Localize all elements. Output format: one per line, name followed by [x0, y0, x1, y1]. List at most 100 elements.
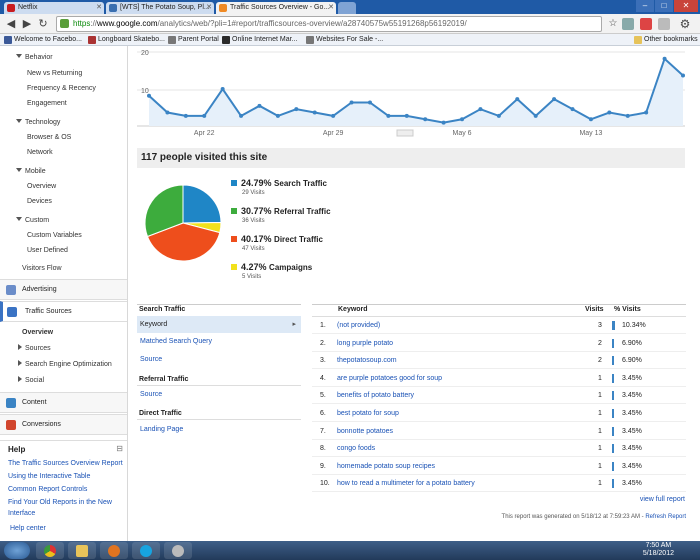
nav-social[interactable]: Social	[18, 375, 127, 387]
data-point[interactable]	[312, 110, 317, 115]
taskbar-skype[interactable]	[132, 542, 160, 559]
nav-content[interactable]: Content	[0, 392, 127, 413]
other-bookmarks[interactable]: Other bookmarks	[634, 34, 698, 46]
data-point[interactable]	[331, 113, 336, 118]
data-point[interactable]	[220, 87, 225, 91]
forward-icon[interactable]: ▶	[20, 17, 34, 31]
reload-icon[interactable]: ↻	[36, 17, 50, 31]
data-point[interactable]	[423, 117, 428, 122]
help-link[interactable]: The Traffic Sources Overview Report	[8, 458, 126, 469]
help-link[interactable]: Find Your Old Reports in the New Interfa…	[8, 497, 120, 519]
nav-seo[interactable]: Search Engine Optimization	[18, 359, 127, 371]
data-point[interactable]	[275, 113, 280, 118]
bookmark-item[interactable]: Longboard Skatebo...	[88, 34, 165, 46]
data-point[interactable]	[183, 113, 188, 118]
maximize-icon[interactable]: □	[655, 0, 673, 12]
chart-resize-handle[interactable]	[396, 129, 414, 137]
bookmark-item[interactable]: Parent Portal	[168, 34, 219, 46]
nav-conversions[interactable]: Conversions	[0, 414, 127, 435]
extension-icon[interactable]	[640, 18, 652, 30]
data-point[interactable]	[404, 113, 409, 118]
keyword-dimension-selected[interactable]: Keyword ▸	[137, 316, 301, 333]
matched-search-query-link[interactable]: Matched Search Query	[140, 338, 212, 345]
data-point[interactable]	[662, 56, 667, 61]
taskbar-chrome[interactable]	[36, 542, 64, 559]
nav-mobile-overview[interactable]: Overview	[27, 181, 127, 193]
extension-icon[interactable]	[658, 18, 670, 30]
nav-engagement[interactable]: Engagement	[27, 98, 127, 110]
keyword-link[interactable]: (not provided)	[337, 317, 380, 334]
data-point[interactable]	[625, 113, 630, 118]
nav-network[interactable]: Network	[27, 147, 127, 159]
collapse-help-icon[interactable]: ⊟	[116, 444, 123, 453]
nav-custom[interactable]: Custom	[16, 215, 127, 227]
close-tab-icon[interactable]: ✕	[96, 2, 102, 14]
nav-mobile[interactable]: Mobile	[16, 166, 127, 178]
data-point[interactable]	[644, 110, 649, 115]
close-tab-icon[interactable]: ✕	[328, 2, 334, 14]
data-point[interactable]	[349, 100, 354, 105]
nav-user-defined[interactable]: User Defined	[27, 245, 127, 257]
nav-devices[interactable]: Devices	[27, 196, 127, 208]
data-point[interactable]	[570, 107, 575, 112]
bookmark-item[interactable]: Online Internet Mar...	[222, 34, 297, 46]
column-header-pct-visits[interactable]: % Visits	[614, 306, 641, 313]
data-point[interactable]	[147, 93, 151, 98]
nav-new-vs-returning[interactable]: New vs Returning	[27, 68, 127, 80]
keyword-link[interactable]: best potato for soup	[337, 405, 399, 422]
close-window-icon[interactable]: ✕	[674, 0, 698, 12]
nav-sources[interactable]: Sources	[18, 343, 127, 355]
referral-source-link[interactable]: Source	[140, 391, 162, 398]
start-button[interactable]	[4, 542, 30, 559]
nav-advertising[interactable]: Advertising	[0, 279, 127, 300]
wrench-menu-icon[interactable]: ⚙	[678, 17, 692, 31]
bookmark-item[interactable]: Welcome to Facebo...	[4, 34, 82, 46]
close-tab-icon[interactable]: ✕	[206, 2, 212, 14]
keyword-link[interactable]: benefits of potato battery	[337, 387, 414, 404]
help-link[interactable]: Common Report Controls	[8, 484, 126, 495]
data-point[interactable]	[257, 103, 262, 108]
taskbar-app[interactable]	[164, 542, 192, 559]
data-point[interactable]	[607, 110, 612, 115]
data-point[interactable]	[478, 107, 483, 112]
data-point[interactable]	[294, 107, 299, 112]
tab-traffic-sources[interactable]: Traffic Sources Overview - Go... ✕	[216, 2, 336, 14]
keyword-link[interactable]: long purple potato	[337, 335, 393, 352]
bookmark-item[interactable]: Websites For Sale -...	[306, 34, 383, 46]
refresh-report-link[interactable]: Refresh Report	[645, 514, 686, 520]
search-source-link[interactable]: Source	[140, 356, 162, 363]
extension-icon[interactable]	[622, 18, 634, 30]
data-point[interactable]	[496, 113, 501, 118]
data-point[interactable]	[552, 97, 557, 102]
keyword-link[interactable]: homemade potato soup recipes	[337, 458, 435, 475]
url-bar[interactable]: https://www.google.com/analytics/web/?pl…	[56, 16, 602, 32]
column-header-visits[interactable]: Visits	[585, 306, 604, 313]
data-point[interactable]	[533, 113, 538, 118]
nav-technology[interactable]: Technology	[16, 117, 127, 129]
column-header-keyword[interactable]: Keyword	[338, 306, 368, 313]
landing-page-link[interactable]: Landing Page	[140, 426, 183, 433]
data-point[interactable]	[681, 73, 685, 78]
pie-slice-search-traffic[interactable]	[182, 184, 222, 224]
help-center-link[interactable]: Help center	[10, 525, 46, 532]
star-icon[interactable]: ☆	[606, 17, 620, 31]
tab-wts-potato-soup[interactable]: [WTS] The Potato Soup, Pl... ✕	[106, 2, 214, 14]
keyword-link[interactable]: how to read a multimeter for a potato ba…	[337, 475, 475, 492]
keyword-link[interactable]: congo foods	[337, 440, 375, 457]
data-point[interactable]	[588, 117, 593, 122]
keyword-link[interactable]: bonnotte potatoes	[337, 423, 393, 440]
new-tab-button[interactable]	[338, 2, 356, 14]
data-point[interactable]	[386, 113, 391, 118]
nav-traffic-sources[interactable]: Traffic Sources	[0, 301, 127, 322]
nav-visitors-flow[interactable]: Visitors Flow	[22, 263, 127, 275]
help-link[interactable]: Using the Interactive Table	[8, 471, 126, 482]
data-point[interactable]	[460, 117, 465, 122]
data-point[interactable]	[239, 113, 244, 118]
keyword-link[interactable]: are purple potatoes good for soup	[337, 370, 442, 387]
nav-browser-os[interactable]: Browser & OS	[27, 132, 127, 144]
data-point[interactable]	[515, 97, 520, 102]
keyword-link[interactable]: thepotatosoup.com	[337, 352, 397, 369]
data-point[interactable]	[441, 120, 446, 125]
data-point[interactable]	[165, 110, 170, 115]
taskbar-media[interactable]	[100, 542, 128, 559]
